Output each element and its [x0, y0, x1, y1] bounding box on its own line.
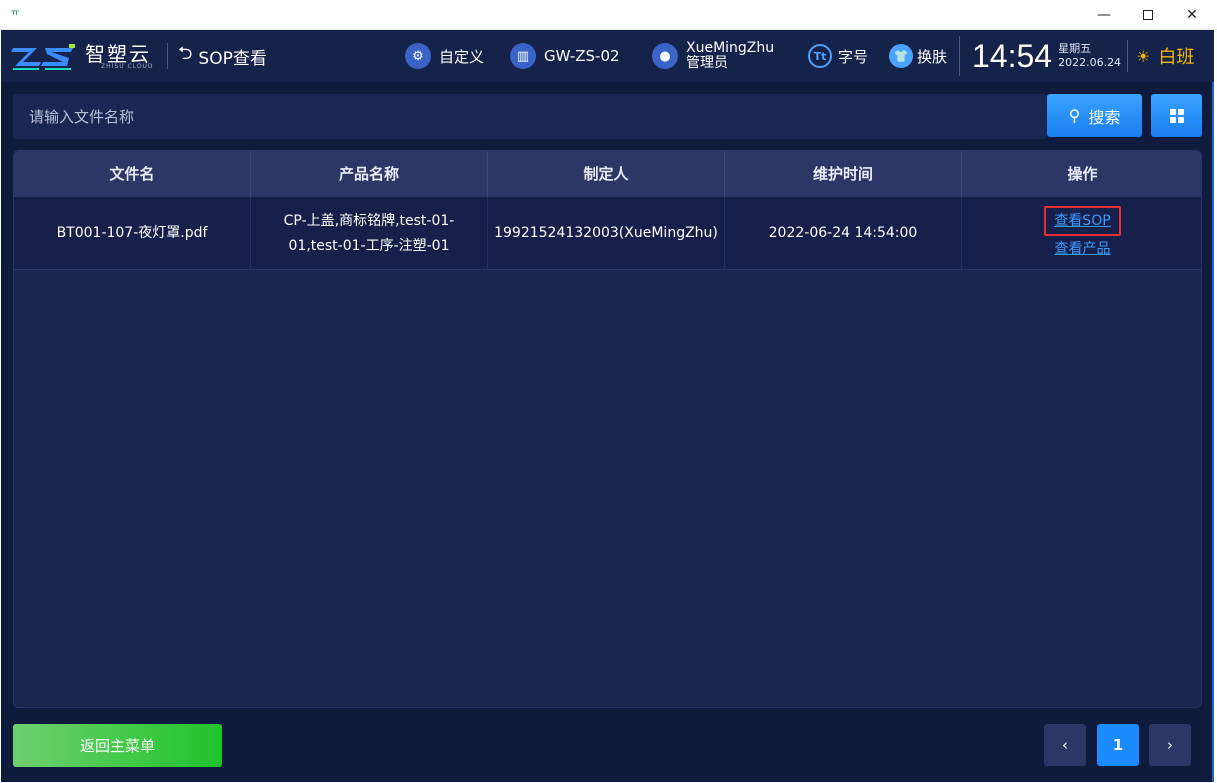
table-header: 文件名 产品名称 制定人 维护时间 操作: [14, 151, 1201, 197]
skin-button[interactable]: 👕 换肤: [889, 41, 947, 71]
back-arrow-icon: ⮌: [178, 43, 193, 64]
column-header-product-name: 产品名称: [251, 151, 488, 197]
clock-weekday: 星期五: [1058, 42, 1092, 55]
file-table: 文件名 产品名称 制定人 维护时间 操作 BT001-107-夜灯罩.pdf C…: [13, 150, 1202, 708]
search-input[interactable]: [13, 94, 1047, 139]
shift-indicator: ☀ 白班: [1127, 40, 1194, 72]
search-button[interactable]: ⚲ 搜索: [1047, 94, 1142, 137]
user-menu[interactable]: ● XueMingZhu 管理员: [652, 41, 774, 71]
page-title: SOP查看: [198, 48, 267, 69]
maximize-button[interactable]: [1126, 0, 1170, 30]
skin-label: 换肤: [917, 47, 948, 66]
brand-subtitle: ZHISU CLOUD: [101, 63, 154, 70]
column-header-actions: 操作: [1067, 165, 1098, 183]
station-selector[interactable]: ▥ GW-ZS-02: [510, 41, 620, 71]
customize-label: 自定义: [439, 47, 485, 66]
station-label: GW-ZS-02: [544, 47, 620, 65]
view-product-link[interactable]: 查看产品: [1051, 236, 1115, 262]
customize-button[interactable]: ⚙ 自定义: [405, 41, 484, 71]
cell-file-name: BT001-107-夜灯罩.pdf: [14, 197, 251, 270]
next-page-button[interactable]: ›: [1149, 724, 1191, 766]
font-size-button[interactable]: Tt 字号: [808, 41, 868, 71]
app-header: 智塑云 ZHISU CLOUD ⮌ SOP查看 ⚙ 自定义 ▥ GW-ZS-02…: [1, 30, 1214, 82]
window-titlebar: ㅠ — ✕: [0, 0, 1217, 30]
user-name: XueMingZhu: [686, 40, 775, 56]
minimize-button[interactable]: —: [1082, 0, 1126, 30]
user-role: 管理员: [686, 55, 728, 71]
cell-actions: 查看SOP 查看产品: [962, 197, 1201, 270]
search-button-label: 搜索: [1088, 107, 1121, 127]
book-icon: ▥: [510, 43, 536, 69]
user-info: XueMingZhu 管理员: [686, 41, 774, 71]
column-header-creator: 制定人: [488, 151, 725, 197]
shirt-icon: 👕: [889, 44, 913, 68]
back-to-main-menu-button[interactable]: 返回主菜单: [13, 724, 222, 767]
logo-icon: [11, 44, 75, 70]
clock-time: 14:54: [972, 37, 1053, 74]
cell-product-name: CP-上盖,商标铭牌,test-01-01,test-01-工序-注塑-01: [251, 197, 488, 270]
grid-view-button[interactable]: [1151, 94, 1202, 137]
cell-creator: 19921524132003(XueMingZhu): [488, 197, 725, 270]
shift-label: 白班: [1158, 47, 1195, 68]
column-header-maintain-time: 维护时间: [725, 151, 962, 197]
cell-maintain-time: 2022-06-24 14:54:00: [725, 197, 962, 270]
search-icon: ⚲: [1068, 106, 1081, 125]
app-frame: 智塑云 ZHISU CLOUD ⮌ SOP查看 ⚙ 自定义 ▥ GW-ZS-02…: [1, 30, 1214, 782]
font-size-label: 字号: [838, 47, 869, 66]
clock: 14:54 星期五 2022.06.24: [959, 36, 1121, 76]
table-row: BT001-107-夜灯罩.pdf CP-上盖,商标铭牌,test-01-01,…: [14, 197, 1201, 270]
clock-date-value: 2022.06.24: [1058, 56, 1122, 69]
column-header-file-name: 文件名: [14, 151, 251, 197]
page-number-button[interactable]: 1: [1097, 724, 1139, 766]
view-sop-link[interactable]: 查看SOP: [1044, 205, 1121, 236]
grid-icon: [1169, 108, 1184, 123]
back-nav[interactable]: ⮌ SOP查看: [167, 43, 267, 69]
maximize-icon: [1143, 10, 1153, 20]
prev-page-button[interactable]: ‹: [1044, 724, 1086, 766]
font-size-icon: Tt: [808, 44, 832, 68]
app-icon: ㅠ: [10, 8, 20, 19]
close-button[interactable]: ✕: [1170, 0, 1214, 30]
user-icon: ●: [652, 43, 678, 69]
sun-icon: ☀: [1136, 46, 1151, 66]
clock-date: 星期五 2022.06.24: [1058, 42, 1121, 70]
gear-icon: ⚙: [405, 43, 431, 69]
